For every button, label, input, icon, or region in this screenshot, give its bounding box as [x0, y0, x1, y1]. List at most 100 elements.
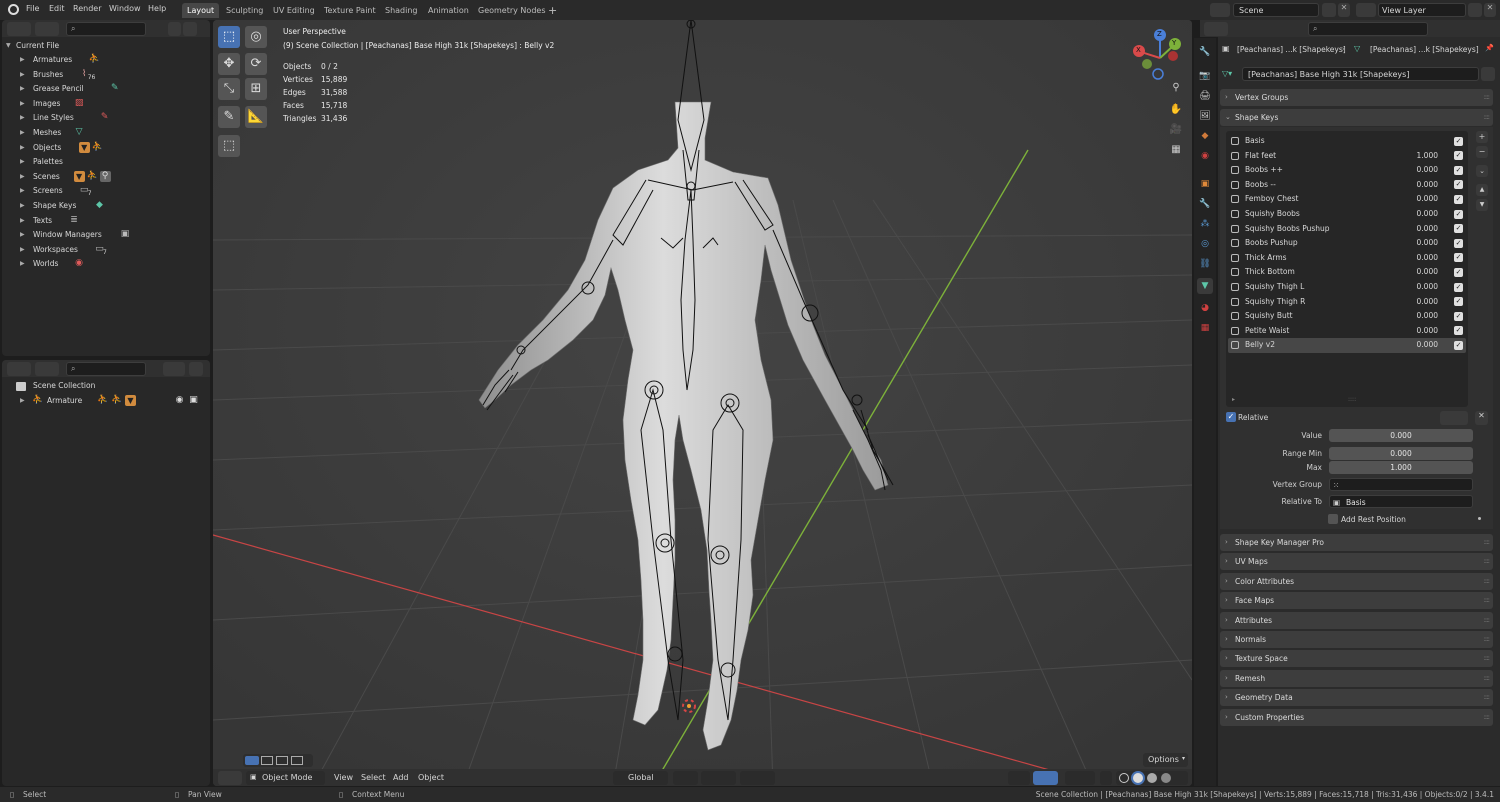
shape-key-row[interactable]: Squishy Butt 0.000 ✓ [1228, 309, 1466, 324]
delete-view-layer-icon[interactable]: ✕ [1484, 3, 1496, 17]
wireframe-shading-icon[interactable] [1119, 773, 1129, 783]
shape-key-value[interactable]: 0.000 [1408, 267, 1438, 276]
expand-arrow-icon[interactable]: ▶ [20, 144, 25, 151]
solid-shading-icon[interactable] [1133, 773, 1143, 783]
drag-handle-icon[interactable]: :::: [1484, 596, 1491, 604]
shape-key-mute-checkbox[interactable]: ✓ [1454, 253, 1463, 263]
panel-normals[interactable]: › Normals:::: [1220, 631, 1493, 648]
select-box-tool[interactable]: ⬚ [218, 26, 240, 48]
menu-view[interactable]: View [334, 773, 353, 782]
3d-viewport[interactable]: ⬚ ◎ ✥ ⟳ ⤡ ⊞ ✎ 📐 ⬚ Z Y X ⚲ ✋ 🎥 ▦ Options ▾ [213, 20, 1192, 786]
tab-animation[interactable]: Animation [423, 3, 474, 18]
move-down-button[interactable]: ▼ [1476, 199, 1488, 211]
shape-key-mute-checkbox[interactable]: ✓ [1454, 340, 1463, 350]
expand-arrow-icon[interactable]: ▶ [20, 71, 25, 78]
editor-type-button[interactable] [7, 362, 31, 376]
constraints-tab-icon[interactable]: ⛓ [1197, 256, 1213, 272]
texture-tab-icon[interactable]: ▦ [1197, 320, 1213, 336]
shape-key-mute-checkbox[interactable]: ✓ [1454, 297, 1463, 307]
add-shape-key-button[interactable]: + [1476, 131, 1488, 143]
shape-key-row[interactable]: Thick Arms 0.000 ✓ [1228, 251, 1466, 266]
particles-tab-icon[interactable]: ⁂ [1197, 216, 1213, 232]
editor-type-button[interactable] [218, 771, 242, 785]
shape-key-value[interactable]: 0.000 [1408, 282, 1438, 291]
delete-scene-icon[interactable]: ✕ [1338, 3, 1350, 17]
expand-arrow-icon[interactable]: ▶ [20, 100, 25, 107]
shape-key-mute-checkbox[interactable]: ✓ [1454, 165, 1463, 175]
expand-arrow-icon[interactable]: ▶ [20, 397, 25, 404]
relative-checkbox[interactable]: ✓ [1226, 412, 1236, 422]
add-cube-tool[interactable]: ⬚ [218, 135, 240, 157]
new-collection-icon[interactable] [189, 362, 203, 376]
editor-type-button[interactable] [7, 22, 31, 36]
expand-arrow-icon[interactable]: ▶ [20, 158, 25, 165]
blender-logo-icon[interactable] [8, 4, 19, 15]
value-field[interactable]: 0.000 [1329, 429, 1473, 442]
tree-item-screens[interactable]: ▶ Screens ▭ 7 [2, 184, 207, 198]
drag-handle-icon[interactable]: :::: [1484, 93, 1491, 101]
tree-item-worlds[interactable]: ▶ Worlds ◉ [2, 257, 207, 271]
panel-uv-maps[interactable]: › UV Maps:::: [1220, 553, 1493, 571]
shape-keys-panel[interactable]: ⌄ Shape Keys:::: [1220, 109, 1493, 126]
output-tab-icon[interactable]: 🖨 [1197, 88, 1213, 104]
armature-row[interactable]: ▶ ⛹ Armature ⛹ ⛹ ▼ ◉ ▣ [2, 394, 207, 408]
drag-handle-icon[interactable]: :::: [1484, 616, 1491, 624]
tree-root[interactable]: ▼ Current File [2, 39, 207, 53]
shape-key-value[interactable]: 1.000 [1408, 151, 1438, 160]
tree-item-palettes[interactable]: ▶ Palettes [2, 155, 207, 169]
move-tool[interactable]: ✥ [218, 53, 240, 75]
scene-type-button[interactable] [1210, 3, 1230, 17]
cursor-tool[interactable]: ◎ [245, 26, 267, 48]
expand-arrow-icon[interactable]: ▶ [20, 129, 25, 136]
properties-search-input[interactable]: ⌕ [1308, 22, 1428, 36]
shape-key-mute-checkbox[interactable]: ✓ [1454, 180, 1463, 190]
tab-texture-paint[interactable]: Texture Paint [319, 3, 381, 18]
drag-handle-icon[interactable]: :::: [1484, 674, 1491, 682]
rendered-shading-icon[interactable] [1161, 773, 1171, 783]
shape-key-value[interactable]: 0.000 [1408, 165, 1438, 174]
navigation-gizmo[interactable]: Z Y X [1131, 28, 1189, 88]
menu-render[interactable]: Render [73, 4, 101, 13]
panel-color-attributes[interactable]: › Color Attributes:::: [1220, 572, 1493, 590]
ortho-grid-icon[interactable]: ▦ [1168, 144, 1184, 160]
mode-extend-icon[interactable] [261, 756, 273, 765]
zoom-icon[interactable]: ⚲ [1168, 82, 1184, 98]
scene-selector[interactable]: Scene [1233, 3, 1319, 17]
rotate-tool[interactable]: ⟳ [245, 53, 267, 75]
tab-sculpting[interactable]: Sculpting [221, 3, 268, 18]
shape-key-mute-checkbox[interactable]: ✓ [1454, 282, 1463, 292]
pivot-point-icon[interactable] [673, 771, 698, 785]
panel-face-maps[interactable]: › Face Maps:::: [1220, 592, 1493, 610]
shape-key-row[interactable]: Femboy Chest 0.000 ✓ [1228, 192, 1466, 207]
mode-subtract-icon[interactable] [276, 756, 288, 765]
expand-arrow-icon[interactable]: ▶ [20, 217, 25, 224]
expand-arrow-icon[interactable]: ▶ [20, 260, 25, 267]
shape-key-mute-checkbox[interactable]: ✓ [1454, 326, 1463, 336]
display-mode-button[interactable] [35, 362, 59, 376]
clear-shape-key-icon[interactable]: ✕ [1475, 411, 1488, 425]
visibility-icon[interactable] [1008, 771, 1030, 785]
vertex-group-field[interactable]: ⁙ [1329, 478, 1473, 491]
tree-item-armatures[interactable]: ▶ Armatures ⛹ [2, 53, 207, 67]
transform-tool[interactable]: ⊞ [245, 78, 267, 100]
drag-handle-icon[interactable]: :::: [1484, 538, 1491, 546]
drag-handle-icon[interactable]: :::: [1484, 654, 1491, 662]
shape-key-row[interactable]: Squishy Thigh L 0.000 ✓ [1228, 280, 1466, 295]
drag-handle-icon[interactable]: :::: [1484, 693, 1491, 701]
gizmo-toggle-icon[interactable] [1033, 771, 1058, 785]
shape-key-value[interactable]: 0.000 [1408, 209, 1438, 218]
mode-intersect-icon[interactable] [291, 756, 303, 765]
tree-item-scenes[interactable]: ▶ Scenes ▼ ⛹ ⚲ [2, 170, 207, 184]
scene-tab-icon[interactable]: ◆ [1197, 128, 1213, 144]
max-field[interactable]: 1.000 [1329, 461, 1473, 474]
editor-type-button[interactable] [1204, 22, 1228, 36]
tree-item-workspaces[interactable]: ▶ Workspaces ▭ 7 [2, 243, 207, 257]
shape-key-value[interactable]: 0.000 [1408, 194, 1438, 203]
shape-key-row[interactable]: Boobs ++ 0.000 ✓ [1228, 163, 1466, 178]
tab-uv-editing[interactable]: UV Editing [268, 3, 320, 18]
shading-mode-buttons[interactable] [1116, 771, 1188, 785]
shape-key-row[interactable]: Thick Bottom 0.000 ✓ [1228, 265, 1466, 280]
menu-select[interactable]: Select [361, 773, 386, 782]
panel-custom-properties[interactable]: › Custom Properties:::: [1220, 708, 1493, 726]
transform-orientation-dropdown[interactable]: Global [613, 771, 668, 785]
